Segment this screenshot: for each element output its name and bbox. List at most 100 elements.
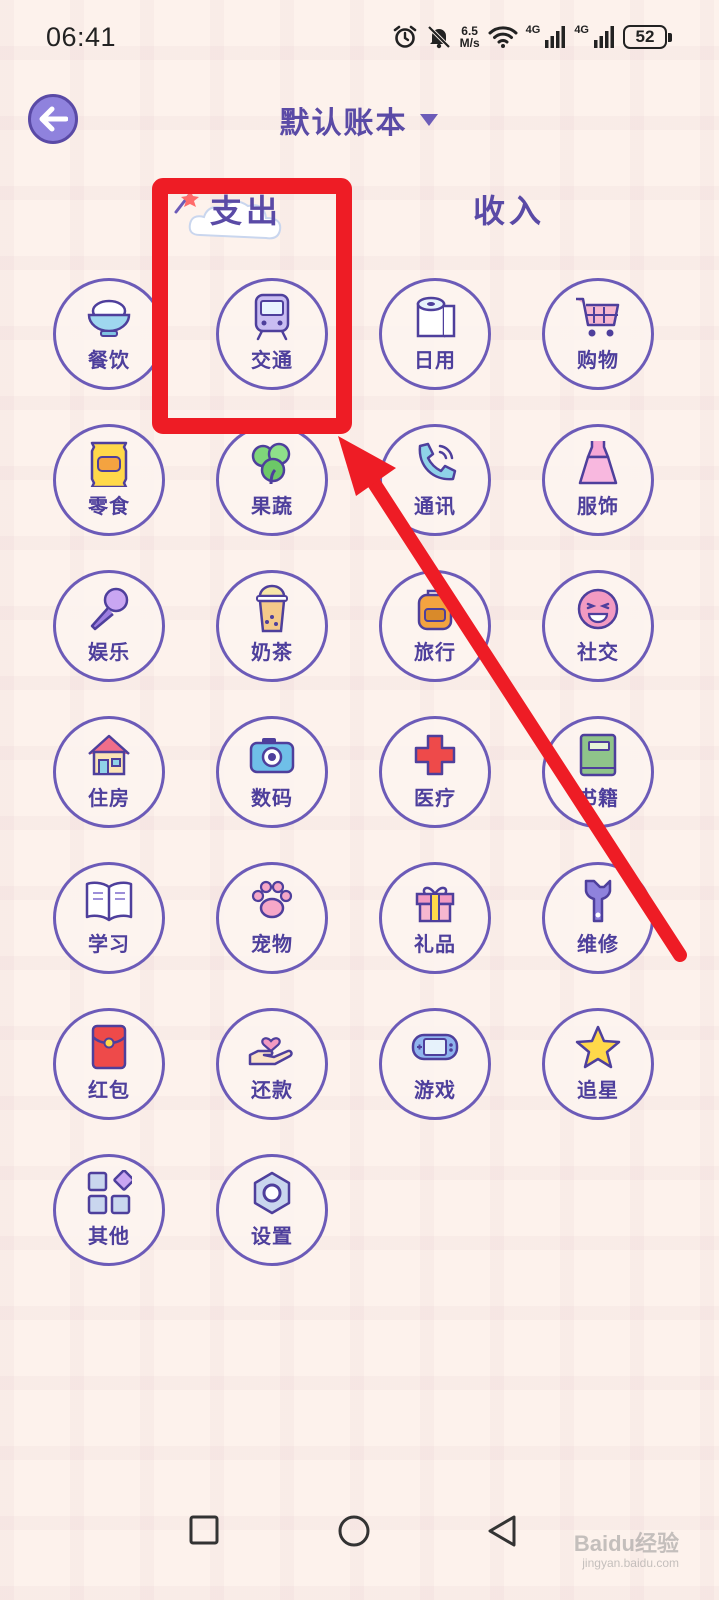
category-games[interactable]: 游戏 [379, 1008, 491, 1120]
category-label: 红包 [88, 1077, 130, 1102]
net-type-2: 4G [574, 24, 589, 36]
signal-icon [593, 25, 615, 49]
category-clothing[interactable]: 服饰 [542, 424, 654, 536]
recent-apps-button[interactable] [188, 1514, 220, 1550]
category-label: 零食 [88, 493, 130, 518]
triangle-down-icon [419, 114, 438, 126]
category-settings[interactable]: 设置 [216, 1154, 328, 1266]
category-label: 日用 [414, 347, 456, 372]
category-snacks[interactable]: 零食 [53, 424, 165, 536]
grid-shapes-icon [84, 1168, 134, 1218]
shopping-cart-icon [573, 292, 623, 342]
category-label: 其他 [88, 1223, 130, 1248]
category-repair[interactable]: 维修 [542, 862, 654, 974]
wifi-icon [488, 25, 518, 49]
category-shopping[interactable]: 购物 [542, 278, 654, 390]
dress-icon [573, 438, 623, 488]
category-pets[interactable]: 宠物 [216, 862, 328, 974]
category-communication[interactable]: 通讯 [379, 424, 491, 536]
account-book-title: 默认账本 [279, 106, 408, 141]
category-study[interactable]: 学习 [53, 862, 165, 974]
vegetable-icon [247, 438, 297, 488]
category-red-envelope[interactable]: 红包 [53, 1008, 165, 1120]
category-label: 旅行 [414, 639, 456, 664]
category-transport[interactable]: 交通 [216, 278, 328, 390]
watermark-brand: Baidu经验 [573, 1531, 679, 1556]
book-icon [573, 730, 623, 780]
battery-indicator: 52 [623, 25, 672, 49]
system-nav-bar: Baidu经验 jingyan.baidu.com [0, 1500, 719, 1600]
backpack-icon [410, 584, 460, 634]
milk-tea-icon [247, 584, 297, 634]
category-housing[interactable]: 住房 [53, 716, 165, 828]
category-label: 娱乐 [88, 639, 130, 664]
house-icon [84, 730, 134, 780]
microphone-icon [84, 584, 134, 634]
category-label: 餐饮 [88, 347, 130, 372]
smile-face-icon [573, 584, 623, 634]
category-label: 维修 [577, 931, 619, 956]
snack-bag-icon [84, 438, 134, 488]
tab-expense[interactable]: 支出 [210, 186, 282, 232]
battery-level: 52 [635, 27, 655, 46]
paw-icon [247, 876, 297, 926]
category-label: 书籍 [577, 785, 619, 810]
status-bar: 06:41 6.5 M/s 4G 4G 52 [0, 0, 719, 76]
category-label: 购物 [577, 347, 619, 372]
category-label: 追星 [577, 1077, 619, 1102]
category-daily-use[interactable]: 日用 [379, 278, 491, 390]
category-label: 住房 [88, 785, 130, 810]
phone-icon [410, 438, 460, 488]
tissue-roll-icon [410, 292, 460, 342]
category-label: 交通 [251, 347, 293, 372]
camera-icon [247, 730, 297, 780]
rice-bowl-icon [84, 292, 134, 342]
train-icon [247, 292, 297, 342]
category-grid: 餐饮 交通 日用 购物 零食 果蔬 通讯 服饰 娱乐 奶茶 旅行 社交 住房 数… [53, 278, 654, 1266]
circle-icon [338, 1515, 370, 1547]
wrench-icon [573, 876, 623, 926]
category-milk-tea[interactable]: 奶茶 [216, 570, 328, 682]
category-label: 还款 [251, 1077, 293, 1102]
category-repayment[interactable]: 还款 [216, 1008, 328, 1120]
nav-back-button[interactable] [486, 1514, 518, 1552]
speed-unit: M/s [459, 36, 480, 50]
triangle-left-icon [488, 1515, 516, 1547]
category-label: 奶茶 [251, 639, 293, 664]
category-label: 通讯 [414, 493, 456, 518]
category-label: 学习 [88, 931, 130, 956]
category-fandom[interactable]: 追星 [542, 1008, 654, 1120]
game-console-icon [410, 1022, 460, 1072]
category-books[interactable]: 书籍 [542, 716, 654, 828]
account-book-selector[interactable]: 默认账本 [0, 98, 719, 142]
category-social[interactable]: 社交 [542, 570, 654, 682]
square-icon [189, 1515, 219, 1545]
alarm-icon [392, 24, 418, 50]
category-label: 社交 [577, 639, 619, 664]
status-time: 06:41 [46, 22, 117, 52]
category-fruits-vegetables[interactable]: 果蔬 [216, 424, 328, 536]
category-travel[interactable]: 旅行 [379, 570, 491, 682]
category-gifts[interactable]: 礼品 [379, 862, 491, 974]
category-medical[interactable]: 医疗 [379, 716, 491, 828]
category-digital[interactable]: 数码 [216, 716, 328, 828]
status-icons: 6.5 M/s 4G 4G 52 [392, 20, 672, 54]
network-speed: 6.5 M/s [460, 25, 480, 49]
category-label: 数码 [251, 785, 293, 810]
home-button[interactable] [337, 1514, 371, 1552]
category-dining[interactable]: 餐饮 [53, 278, 165, 390]
category-label: 果蔬 [251, 493, 293, 518]
category-label: 服饰 [577, 493, 619, 518]
gift-icon [410, 876, 460, 926]
category-label: 医疗 [414, 785, 456, 810]
category-label: 礼品 [414, 931, 456, 956]
open-book-icon [84, 876, 134, 926]
hand-heart-icon [247, 1022, 297, 1072]
medical-cross-icon [410, 730, 460, 780]
category-other[interactable]: 其他 [53, 1154, 165, 1266]
tab-income[interactable]: 收入 [473, 186, 545, 232]
nut-icon [247, 1168, 297, 1218]
category-entertainment[interactable]: 娱乐 [53, 570, 165, 682]
watermark-url: jingyan.baidu.com [582, 1556, 679, 1570]
mute-bell-icon [426, 24, 452, 50]
